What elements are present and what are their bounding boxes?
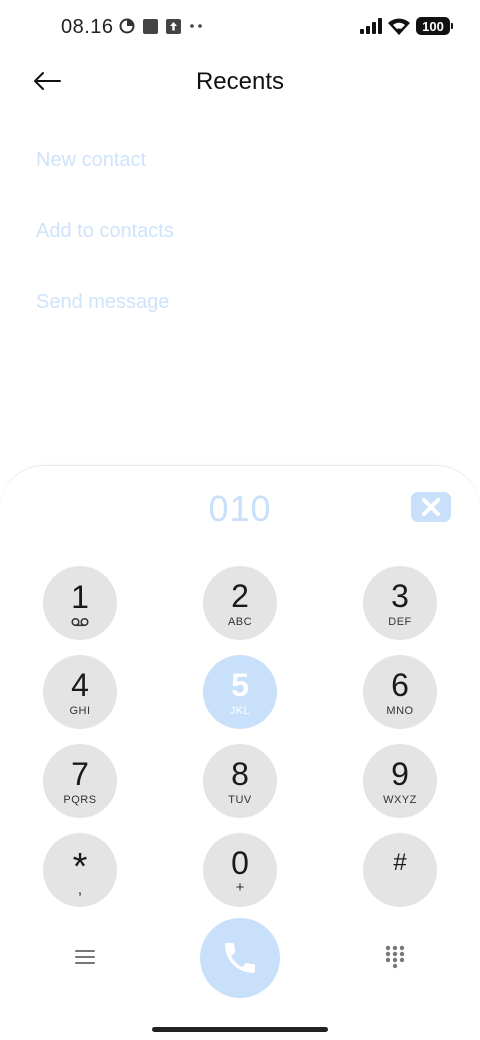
home-indicator[interactable] — [152, 1027, 328, 1032]
signal-icon — [360, 18, 382, 34]
key-letters: PQRS — [63, 793, 97, 806]
call-button[interactable] — [200, 918, 280, 998]
key-letters: JKL — [229, 704, 251, 717]
dialpad-icon — [385, 945, 405, 969]
upload-icon — [166, 18, 181, 34]
add-to-contacts-option[interactable]: Add to contacts — [36, 211, 174, 282]
square-notification-icon — [143, 18, 158, 34]
key-2[interactable]: 2 ABC — [203, 566, 277, 640]
key-star[interactable]: * , — [43, 833, 117, 907]
dialpad-toggle-button[interactable] — [380, 942, 410, 972]
contact-options: New contact Add to contacts Send message — [36, 140, 174, 353]
key-letters: ABC — [227, 615, 253, 628]
key-letters: GHI — [69, 704, 91, 717]
key-1[interactable]: 1 — [43, 566, 117, 640]
status-icons-left — [119, 18, 203, 34]
key-digit: 6 — [391, 666, 409, 703]
key-digit: 0 — [231, 845, 249, 881]
key-digit: # — [393, 849, 407, 876]
key-letters: + — [235, 879, 245, 896]
status-icons-right: 100 — [360, 17, 453, 35]
key-3[interactable]: 3 DEF — [363, 566, 437, 640]
key-8[interactable]: 8 TUV — [203, 744, 277, 818]
key-letters: MNO — [386, 704, 414, 717]
key-7[interactable]: 7 PQRS — [43, 744, 117, 818]
key-digit: * — [72, 846, 88, 888]
key-digit: 3 — [391, 577, 409, 614]
key-digit: 2 — [231, 577, 249, 614]
key-digit: 8 — [231, 755, 249, 792]
key-digit: 1 — [71, 578, 89, 615]
key-letters: DEF — [388, 615, 412, 628]
key-6[interactable]: 6 MNO — [363, 655, 437, 729]
battery-level: 100 — [422, 18, 444, 34]
backspace-icon — [411, 492, 451, 522]
key-letters: , — [77, 881, 83, 898]
key-digit: 5 — [231, 666, 249, 703]
key-5[interactable]: 5 JKL — [203, 655, 277, 729]
battery-icon: 100 — [416, 17, 453, 35]
status-bar: 08.16 100 — [0, 0, 480, 56]
key-letters: TUV — [228, 793, 252, 806]
phone-icon — [225, 943, 255, 973]
more-dots-icon — [190, 24, 202, 28]
dialed-number[interactable]: 010 — [0, 488, 480, 530]
send-message-option[interactable]: Send message — [36, 282, 174, 353]
header: Recents — [0, 56, 480, 108]
key-letters: WXYZ — [383, 793, 417, 806]
key-0[interactable]: 0 + — [203, 833, 277, 907]
new-contact-option[interactable]: New contact — [36, 140, 174, 211]
status-time: 08.16 — [61, 16, 114, 38]
menu-icon — [75, 950, 95, 964]
voicemail-icon — [71, 617, 89, 626]
backspace-button[interactable] — [410, 491, 452, 523]
dialpad-panel: 010 1 2 ABC 3 DEF 4 GHI 5 JKL 6 MNO 7 PQ… — [0, 465, 480, 1040]
wifi-icon — [388, 18, 410, 35]
key-digit: 4 — [71, 666, 89, 703]
key-4[interactable]: 4 GHI — [43, 655, 117, 729]
menu-button[interactable] — [70, 944, 100, 970]
key-digit: 7 — [71, 755, 89, 792]
key-hash[interactable]: # — [363, 833, 437, 907]
data-saver-icon — [119, 18, 135, 34]
key-digit: 9 — [391, 755, 409, 792]
page-title: Recents — [195, 68, 285, 95]
key-9[interactable]: 9 WXYZ — [363, 744, 437, 818]
